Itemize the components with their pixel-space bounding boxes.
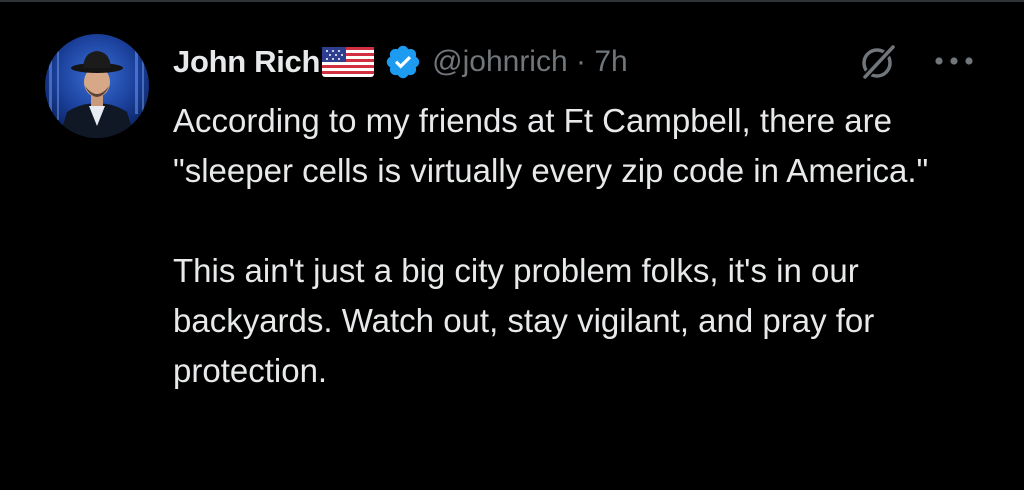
timestamp[interactable]: 7h [594,45,627,78]
tweet-header: John Rich @johnrich · 7h [173,40,628,84]
grok-icon[interactable] [858,42,898,82]
avatar[interactable] [45,34,149,138]
tweet-text: According to my friends at Ft Campbell, … [173,96,993,396]
more-options-icon[interactable] [932,54,976,68]
display-name[interactable]: John Rich [173,44,320,80]
tweet[interactable]: John Rich @johnrich · 7h According to my… [0,0,1024,490]
us-flag-icon [322,45,375,79]
verified-badge-icon[interactable] [384,43,422,81]
separator-dot: · [576,45,586,78]
tweet-paragraph-1: According to my friends at Ft Campbell, … [173,102,929,189]
handle[interactable]: @johnrich [432,45,568,78]
tweet-paragraph-2: This ain't just a big city problem folks… [173,252,875,389]
handle-and-time: @johnrich · 7h [432,45,628,79]
